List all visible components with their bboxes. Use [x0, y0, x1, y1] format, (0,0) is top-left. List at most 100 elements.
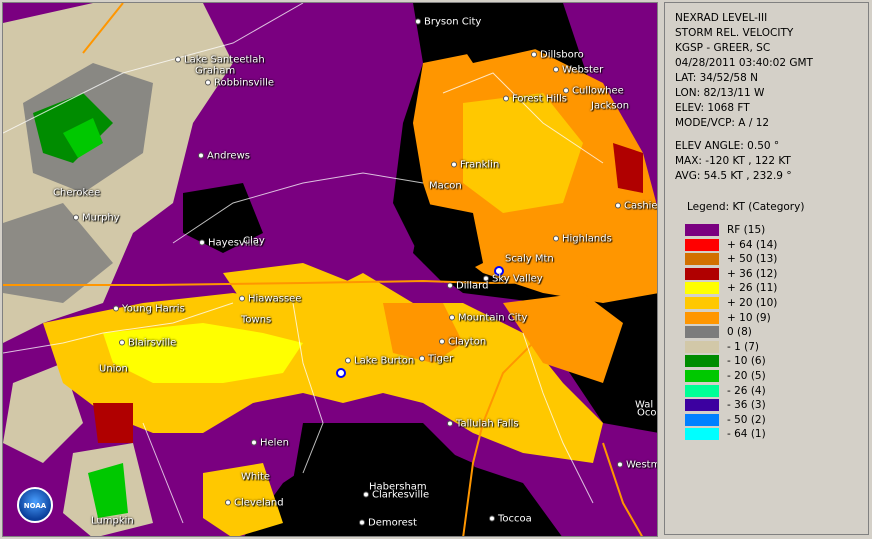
- legend-title: Legend: KT (Category): [687, 201, 805, 213]
- legend-label: + 10 (9): [727, 311, 771, 324]
- town-label: Cherokee: [53, 187, 101, 199]
- legend-label: - 26 (4): [727, 384, 766, 397]
- town-label: Franklin: [451, 160, 499, 171]
- station: KGSP - GREER, SC: [675, 42, 771, 54]
- noaa-logo: NOAA: [17, 487, 53, 523]
- town-label: Union: [99, 363, 128, 375]
- radar-velocity-image: [3, 3, 657, 536]
- legend-label: 0 (8): [727, 326, 752, 339]
- town-label: Towns: [241, 314, 272, 326]
- legend-item: - 1 (7): [685, 340, 865, 355]
- town-label: Westmi: [617, 460, 657, 471]
- town-label: Robbinsville: [205, 78, 274, 89]
- town-label: White: [241, 471, 271, 483]
- town-label: Hiawassee: [239, 294, 301, 305]
- legend-swatch: [685, 267, 719, 280]
- legend-item: - 26 (4): [685, 384, 865, 399]
- info-panel: NEXRAD LEVEL-III STORM REL. VELOCITY KGS…: [664, 2, 869, 535]
- legend-label: - 36 (3): [727, 399, 766, 412]
- legend-label: + 20 (10): [727, 297, 778, 309]
- legend-item: + 10 (9): [685, 311, 865, 326]
- town-label: Cleveland: [225, 498, 284, 509]
- legend-swatch: [685, 340, 719, 353]
- town-label: Bryson City: [415, 17, 481, 28]
- legend-label: + 50 (13): [727, 253, 778, 266]
- legend-swatch: [685, 355, 719, 368]
- legend-swatch: [685, 253, 719, 266]
- legend-item: + 50 (13): [685, 252, 865, 267]
- legend-item: - 36 (3): [685, 398, 865, 413]
- product-name: NEXRAD LEVEL-III: [675, 12, 768, 24]
- legend-item: + 36 (12): [685, 267, 865, 282]
- elev-angle: ELEV ANGLE: 0.50 °: [675, 140, 780, 152]
- town-label: Dillard: [447, 281, 488, 292]
- town-label: Blairsville: [119, 338, 176, 349]
- town-label: Cullowhee: [563, 86, 624, 97]
- legend-item: + 20 (10): [685, 296, 865, 311]
- legend-swatch: [685, 224, 719, 236]
- legend-swatch: [685, 297, 719, 309]
- town-label: Tallulah Falls: [447, 419, 519, 430]
- datetime: 04/28/2011 03:40:02 GMT: [675, 57, 813, 69]
- legend-item: 0 (8): [685, 325, 865, 340]
- legend-item: - 10 (6): [685, 354, 865, 369]
- town-label: Young Harris: [113, 304, 185, 315]
- latitude: LAT: 34/52/58 N: [675, 72, 758, 84]
- legend-item: - 20 (5): [685, 369, 865, 384]
- avg-velocity: AVG: 54.5 KT , 232.9 °: [675, 170, 792, 182]
- town-label: Clay: [243, 235, 265, 247]
- town-label: Clarkesville: [363, 490, 429, 501]
- legend-label: - 1 (7): [727, 340, 760, 353]
- town-label: Toccoa: [489, 514, 532, 525]
- product-type: STORM REL. VELOCITY: [675, 27, 794, 39]
- town-label: Lumpkin: [91, 515, 134, 527]
- town-label: Cashiers: [615, 201, 657, 212]
- town-label: Sky Valley: [483, 274, 543, 285]
- legend-item: RF (15): [685, 223, 865, 238]
- legend-swatch: [685, 238, 719, 251]
- town-label: Murphy: [73, 213, 120, 224]
- legend-label: - 20 (5): [727, 370, 766, 382]
- legend-swatch: [685, 384, 719, 397]
- town-label: Tiger: [419, 354, 453, 365]
- legend-swatch: [685, 413, 719, 426]
- town-label: Graham: [195, 65, 236, 77]
- town-label: Clayton: [439, 337, 486, 348]
- radar-map[interactable]: Bryson City Dillsboro Webster Cullowhee Fore…: [2, 2, 658, 537]
- town-label: Demorest: [359, 518, 417, 529]
- legend-swatch: [685, 311, 719, 324]
- legend-label: + 26 (11): [727, 282, 778, 295]
- legend-label: RF (15): [727, 224, 766, 236]
- max-velocity: MAX: -120 KT , 122 KT: [675, 155, 791, 167]
- town-label: Jackson: [591, 100, 630, 112]
- town-label: Highlands: [553, 234, 612, 245]
- legend-label: - 50 (2): [727, 413, 766, 426]
- elevation: ELEV: 1068 FT: [675, 102, 750, 114]
- legend-label: + 64 (14): [727, 238, 778, 251]
- town-label: Lake Santeetlah: [175, 55, 265, 66]
- town-label: Webster: [553, 65, 603, 76]
- legend-label: - 10 (6): [727, 355, 766, 368]
- town-label: Dillsboro: [531, 50, 584, 61]
- town-label: Forest Hills: [503, 94, 567, 105]
- town-label: Oco: [637, 407, 657, 419]
- legend-label: + 36 (12): [727, 267, 778, 280]
- legend-swatch: [685, 326, 719, 339]
- legend-swatch: [685, 428, 719, 441]
- mode-vcp: MODE/VCP: A / 12: [675, 117, 770, 129]
- legend-item: - 64 (1): [685, 427, 865, 442]
- town-label: Lake Burton: [345, 356, 414, 367]
- town-label: Macon: [429, 180, 462, 192]
- town-label: Andrews: [198, 151, 250, 162]
- legend-label: - 64 (1): [727, 428, 766, 441]
- town-label: Scaly Mtn: [505, 253, 554, 265]
- legend-item: + 26 (11): [685, 281, 865, 296]
- legend-item: - 50 (2): [685, 413, 865, 428]
- legend-item: + 64 (14): [685, 238, 865, 253]
- town-label: Mountain City: [449, 313, 527, 324]
- town-label: Helen: [251, 438, 289, 449]
- legend-swatch: [685, 282, 719, 295]
- legend-swatch: [685, 399, 719, 412]
- longitude: LON: 82/13/11 W: [675, 87, 765, 99]
- legend-swatch: [685, 370, 719, 382]
